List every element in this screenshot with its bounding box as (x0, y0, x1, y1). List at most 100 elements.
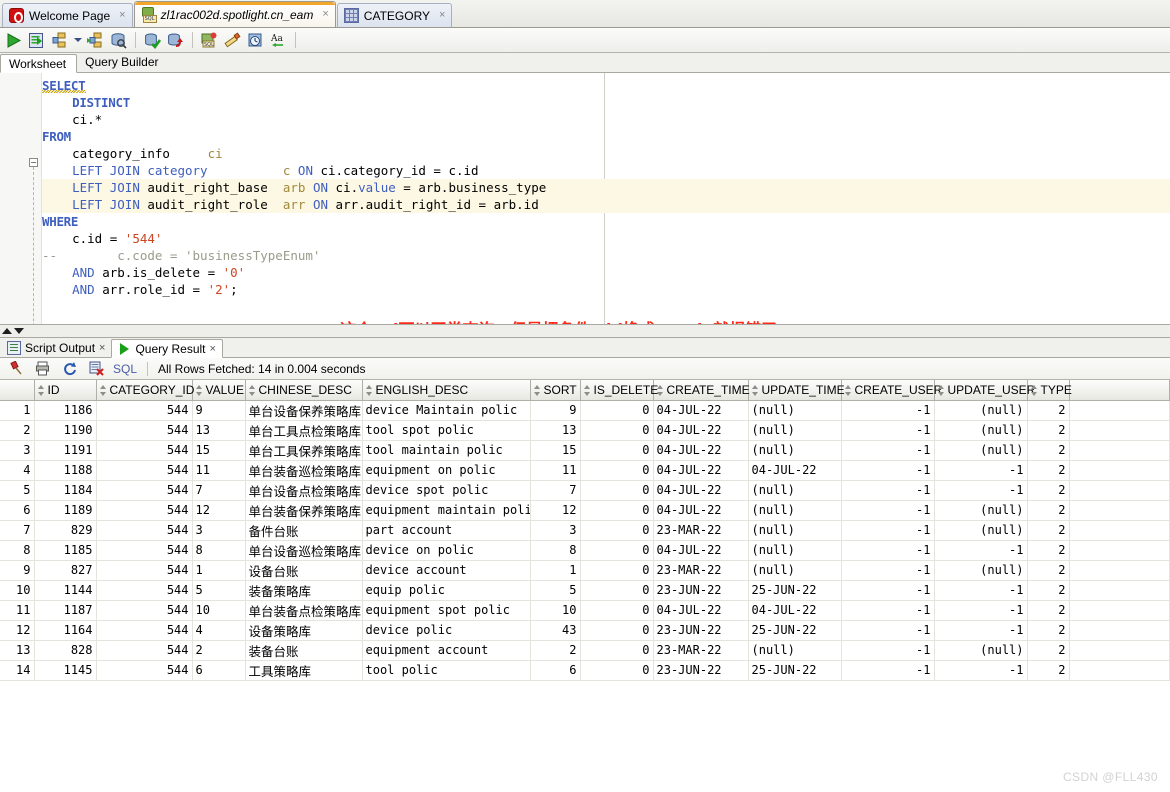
cell-create_time[interactable]: 04-JUL-22 (653, 400, 749, 421)
cell-create_user[interactable]: -1 (841, 460, 935, 481)
explain-plan-button[interactable] (49, 30, 70, 51)
cell-is_delete[interactable]: 0 (580, 420, 654, 441)
table-row[interactable]: 14 1145 544 6 工具策略库 tool polic 6 0 23-JUN-22 25-J… (0, 660, 1170, 681)
cell-update_user[interactable]: -1 (934, 660, 1028, 681)
cell-id[interactable]: 827 (34, 560, 97, 581)
cell-type[interactable]: 2 (1027, 540, 1070, 561)
commit-button[interactable] (142, 30, 163, 51)
row-number-cell[interactable]: 14 (0, 660, 35, 681)
panel-splitter[interactable] (0, 325, 1170, 338)
cell-update_time[interactable]: 25-JUN-22 (748, 620, 842, 641)
row-number-cell[interactable]: 8 (0, 540, 35, 561)
row-number-cell[interactable]: 10 (0, 580, 35, 601)
cell-is_delete[interactable]: 0 (580, 520, 654, 541)
cell-is_delete[interactable]: 0 (580, 400, 654, 421)
cell-value[interactable]: 5 (192, 580, 246, 601)
cell-value[interactable]: 7 (192, 480, 246, 501)
cell-category_id[interactable]: 544 (96, 480, 193, 501)
cell-id[interactable]: 1190 (34, 420, 97, 441)
cell-value[interactable]: 15 (192, 440, 246, 461)
cell-is_delete[interactable]: 0 (580, 580, 654, 601)
cell-sort[interactable]: 8 (530, 540, 581, 561)
column-header-english_desc[interactable]: ENGLISH_DESC (361, 380, 531, 401)
cell-create_user[interactable]: -1 (841, 560, 935, 581)
row-number-cell[interactable]: 7 (0, 520, 35, 541)
cell-update_time[interactable]: (null) (748, 640, 842, 661)
tab-category[interactable]: CATEGORY × (336, 3, 453, 27)
cell-chinese_desc[interactable]: 单台工具点检策略库 (245, 420, 363, 441)
cell-update_time[interactable]: (null) (748, 520, 842, 541)
cell-english_desc[interactable]: device on polic (362, 540, 531, 561)
tab-worksheet[interactable]: Worksheet (0, 54, 78, 73)
row-number-cell[interactable]: 4 (0, 460, 35, 481)
column-header-create_user[interactable]: CREATE_USER (840, 380, 942, 401)
cell-english_desc[interactable]: equipment spot polic (362, 600, 531, 621)
cell-create_time[interactable]: 04-JUL-22 (653, 500, 749, 521)
cell-create_time[interactable]: 23-JUN-22 (653, 620, 749, 641)
cell-update_time[interactable]: 25-JUN-22 (748, 660, 842, 681)
cell-category_id[interactable]: 544 (96, 540, 193, 561)
cell-sort[interactable]: 9 (530, 400, 581, 421)
cell-sort[interactable]: 11 (530, 460, 581, 481)
cell-category_id[interactable]: 544 (96, 440, 193, 461)
cell-chinese_desc[interactable]: 装备台账 (245, 640, 363, 661)
column-header-update_user[interactable]: UPDATE_USER (933, 380, 1035, 401)
cell-is_delete[interactable]: 0 (580, 560, 654, 581)
cell-type[interactable]: 2 (1027, 480, 1070, 501)
cell-value[interactable]: 13 (192, 420, 246, 441)
cell-category_id[interactable]: 544 (96, 520, 193, 541)
cell-value[interactable]: 11 (192, 460, 246, 481)
cell-create_user[interactable]: -1 (841, 580, 935, 601)
cell-create_user[interactable]: -1 (841, 400, 935, 421)
cell-update_time[interactable]: (null) (748, 500, 842, 521)
refresh-button[interactable] (59, 358, 80, 379)
column-header-value[interactable]: VALUE (191, 380, 246, 401)
cell-id[interactable]: 1184 (34, 480, 97, 501)
row-number-cell[interactable]: 5 (0, 480, 35, 501)
cell-id[interactable]: 1187 (34, 600, 97, 621)
print-button[interactable] (32, 358, 53, 379)
cell-update_user[interactable]: -1 (934, 620, 1028, 641)
code-fold-toggle-icon[interactable]: − (29, 158, 38, 167)
table-row[interactable]: 9 827 544 1 设备台账 device account 1 0 23-MAR-22 (nu… (0, 560, 1170, 581)
close-icon[interactable]: × (119, 10, 125, 21)
cell-is_delete[interactable]: 0 (580, 640, 654, 661)
cell-create_user[interactable]: -1 (841, 420, 935, 441)
cell-id[interactable]: 1145 (34, 660, 97, 681)
cell-type[interactable]: 2 (1027, 600, 1070, 621)
table-row[interactable]: 4 1188 544 11 单台装备巡检策略库 equipment on polic 11 0… (0, 460, 1170, 481)
cell-type[interactable]: 2 (1027, 420, 1070, 441)
cell-type[interactable]: 2 (1027, 620, 1070, 641)
pin-button[interactable] (5, 358, 26, 379)
cell-value[interactable]: 3 (192, 520, 246, 541)
cell-english_desc[interactable]: tool maintain polic (362, 440, 531, 461)
cell-create_time[interactable]: 23-MAR-22 (653, 520, 749, 541)
cell-type[interactable]: 2 (1027, 520, 1070, 541)
cell-update_time[interactable]: 04-JUL-22 (748, 600, 842, 621)
sql-history-button[interactable] (108, 30, 129, 51)
cell-value[interactable]: 8 (192, 540, 246, 561)
cell-update_user[interactable]: -1 (934, 540, 1028, 561)
cell-update_user[interactable]: -1 (934, 600, 1028, 621)
cell-chinese_desc[interactable]: 单台设备点检策略库 (245, 480, 363, 501)
table-row[interactable]: 6 1189 544 12 单台装备保养策略库 equipment maintain po… (0, 500, 1170, 521)
tab-query-result[interactable]: Query Result × (111, 339, 223, 358)
cell-update_time[interactable]: (null) (748, 560, 842, 581)
cell-chinese_desc[interactable]: 单台装备点检策略库 (245, 600, 363, 621)
row-number-cell[interactable]: 1 (0, 400, 35, 421)
row-number-cell[interactable]: 11 (0, 600, 35, 621)
table-row[interactable]: 2 1190 544 13 单台工具点检策略库 tool spot polic 13 0 04-… (0, 420, 1170, 441)
cell-chinese_desc[interactable]: 装备策略库 (245, 580, 363, 601)
cell-chinese_desc[interactable]: 单台设备保养策略库 (245, 400, 363, 421)
column-header-id[interactable]: ID (33, 380, 97, 401)
column-header-create_time[interactable]: CREATE_TIME (652, 380, 750, 401)
row-number-cell[interactable]: 13 (0, 640, 35, 661)
tab-query-builder[interactable]: Query Builder (77, 53, 168, 72)
tab-script-output[interactable]: Script Output × (2, 338, 111, 357)
cell-update_time[interactable]: 04-JUL-22 (748, 460, 842, 481)
cell-sort[interactable]: 5 (530, 580, 581, 601)
close-icon[interactable]: × (99, 342, 105, 354)
cell-create_user[interactable]: -1 (841, 540, 935, 561)
cell-sort[interactable]: 7 (530, 480, 581, 501)
cell-update_user[interactable]: (null) (934, 520, 1028, 541)
